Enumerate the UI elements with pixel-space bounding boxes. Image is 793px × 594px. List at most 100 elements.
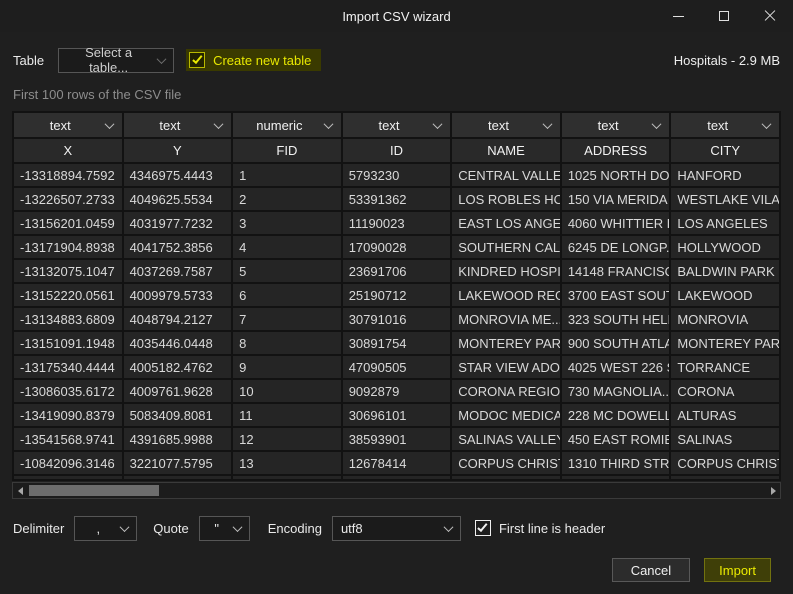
table-cell: 4009761.9628: [123, 379, 233, 403]
table-cell: 11: [232, 403, 342, 427]
column-type-row: text text numeric text text text text: [13, 112, 780, 138]
scroll-left-icon: [18, 487, 23, 495]
table-cell: -13156201.0459: [13, 211, 123, 235]
table-cell: 4037269.7587: [123, 259, 233, 283]
column-type-select[interactable]: text: [452, 113, 560, 137]
table-cell: -13419090.8379: [13, 403, 123, 427]
chevron-down-icon: [104, 119, 114, 129]
table-cell: 3221077.5795: [123, 451, 233, 475]
table-cell: -13171904.8938: [13, 235, 123, 259]
table-select[interactable]: Select a table...: [58, 48, 174, 73]
column-type-value: text: [680, 118, 755, 133]
table-cell: EAST LOS ANGEL...: [451, 211, 561, 235]
first-line-header-checkbox[interactable]: [475, 520, 491, 536]
table-row: -13419090.83795083409.80811130696101MODO…: [13, 403, 780, 427]
table-cell: 30696101: [342, 403, 452, 427]
create-new-table-checkbox[interactable]: [189, 52, 205, 68]
table-cell: CORONA REGIO...: [451, 379, 561, 403]
table-cell: 30791016: [342, 307, 452, 331]
scroll-right-button[interactable]: [766, 483, 780, 498]
table-cell: [123, 475, 233, 480]
table-cell: [232, 475, 342, 480]
table-cell: -13132075.1047: [13, 259, 123, 283]
table-cell: WESTLAKE VILAGE: [670, 187, 780, 211]
table-cell: MONROVIA: [670, 307, 780, 331]
horizontal-scrollbar[interactable]: [12, 482, 781, 499]
table-cell: 4346975.4443: [123, 163, 233, 187]
column-type-select[interactable]: numeric: [233, 113, 341, 137]
quote-select[interactable]: ": [199, 516, 250, 541]
column-type-value: numeric: [242, 118, 317, 133]
table-cell: 9: [232, 355, 342, 379]
table-cell: 5083409.8081: [123, 403, 233, 427]
table-cell: LAKEWOOD: [670, 283, 780, 307]
chevron-down-icon: [762, 119, 772, 129]
table-row: -13132075.10474037269.7587523691706KINDR…: [13, 259, 780, 283]
column-type-select[interactable]: text: [671, 113, 779, 137]
minimize-button[interactable]: [655, 0, 701, 32]
import-button[interactable]: Import: [704, 558, 771, 582]
table-cell: 4391685.9988: [123, 427, 233, 451]
table-cell: 4041752.3856: [123, 235, 233, 259]
table-row: -13152220.05614009979.5733625190712LAKEW…: [13, 283, 780, 307]
table-cell: 4049625.5534: [123, 187, 233, 211]
close-button[interactable]: [747, 0, 793, 32]
maximize-button[interactable]: [701, 0, 747, 32]
table-cell: 4025 WEST 226 S...: [561, 355, 671, 379]
column-type-select[interactable]: text: [124, 113, 232, 137]
table-cell: -10842096.3146: [13, 451, 123, 475]
table-row-partial: [13, 475, 780, 480]
column-type-value: text: [571, 118, 646, 133]
table-cell: 6245 DE LONGP...: [561, 235, 671, 259]
table-cell: ALTURAS: [670, 403, 780, 427]
table-cell: STAR VIEW ADOL...: [451, 355, 561, 379]
delimiter-label: Delimiter: [13, 521, 64, 536]
table-cell: 150 VIA MERIDA: [561, 187, 671, 211]
table-cell: 14148 FRANCISQ...: [561, 259, 671, 283]
chevron-down-icon: [214, 119, 224, 129]
first-line-header-label: First line is header: [499, 521, 605, 536]
scrollbar-thumb[interactable]: [29, 485, 159, 496]
table-cell: MODOC MEDICA...: [451, 403, 561, 427]
table-select-value: Select a table...: [67, 45, 150, 75]
column-type-select[interactable]: text: [562, 113, 670, 137]
scroll-left-button[interactable]: [13, 483, 27, 498]
table-cell: LAKEWOOD REG...: [451, 283, 561, 307]
create-new-table-label: Create new table: [213, 53, 311, 68]
table-cell: MONTEREY PARK...: [451, 331, 561, 355]
table-cell: 38593901: [342, 427, 452, 451]
first-line-header-option[interactable]: First line is header: [475, 520, 615, 536]
table-cell: 2: [232, 187, 342, 211]
encoding-select[interactable]: utf8: [332, 516, 461, 541]
column-type-select[interactable]: text: [343, 113, 451, 137]
delimiter-select[interactable]: ,: [74, 516, 137, 541]
check-icon: [478, 521, 488, 532]
table-cell: [561, 475, 671, 480]
table-cell: -13134883.6809: [13, 307, 123, 331]
table-row: -13134883.68094048794.2127730791016MONRO…: [13, 307, 780, 331]
column-type-value: text: [461, 118, 536, 133]
table-cell: 53391362: [342, 187, 452, 211]
column-type-value: text: [133, 118, 208, 133]
table-cell: CORPUS CHRISTI: [670, 451, 780, 475]
table-cell: 13: [232, 451, 342, 475]
quote-label: Quote: [153, 521, 188, 536]
table-row: -13171904.89384041752.3856417090028SOUTH…: [13, 235, 780, 259]
table-cell: -13318894.7592: [13, 163, 123, 187]
table-cell: -13086035.6172: [13, 379, 123, 403]
scrollbar-track[interactable]: [27, 483, 766, 498]
table-cell: 1025 NORTH DO...: [561, 163, 671, 187]
cancel-button[interactable]: Cancel: [612, 558, 690, 582]
column-type-select[interactable]: text: [14, 113, 122, 137]
create-new-table-option[interactable]: Create new table: [186, 49, 321, 71]
table-row: -13151091.19484035446.0448830891754MONTE…: [13, 331, 780, 355]
encoding-label: Encoding: [268, 521, 322, 536]
table-cell: HOLLYWOOD: [670, 235, 780, 259]
preview-caption: First 100 rows of the CSV file: [13, 87, 181, 102]
csv-preview-body: -13318894.75924346975.444315793230CENTRA…: [13, 163, 780, 480]
table-cell: 17090028: [342, 235, 452, 259]
table-cell: SALINAS VALLEY...: [451, 427, 561, 451]
column-header: ID: [342, 138, 452, 163]
table-cell: -13175340.4444: [13, 355, 123, 379]
table-row: -13541568.97414391685.99881238593901SALI…: [13, 427, 780, 451]
